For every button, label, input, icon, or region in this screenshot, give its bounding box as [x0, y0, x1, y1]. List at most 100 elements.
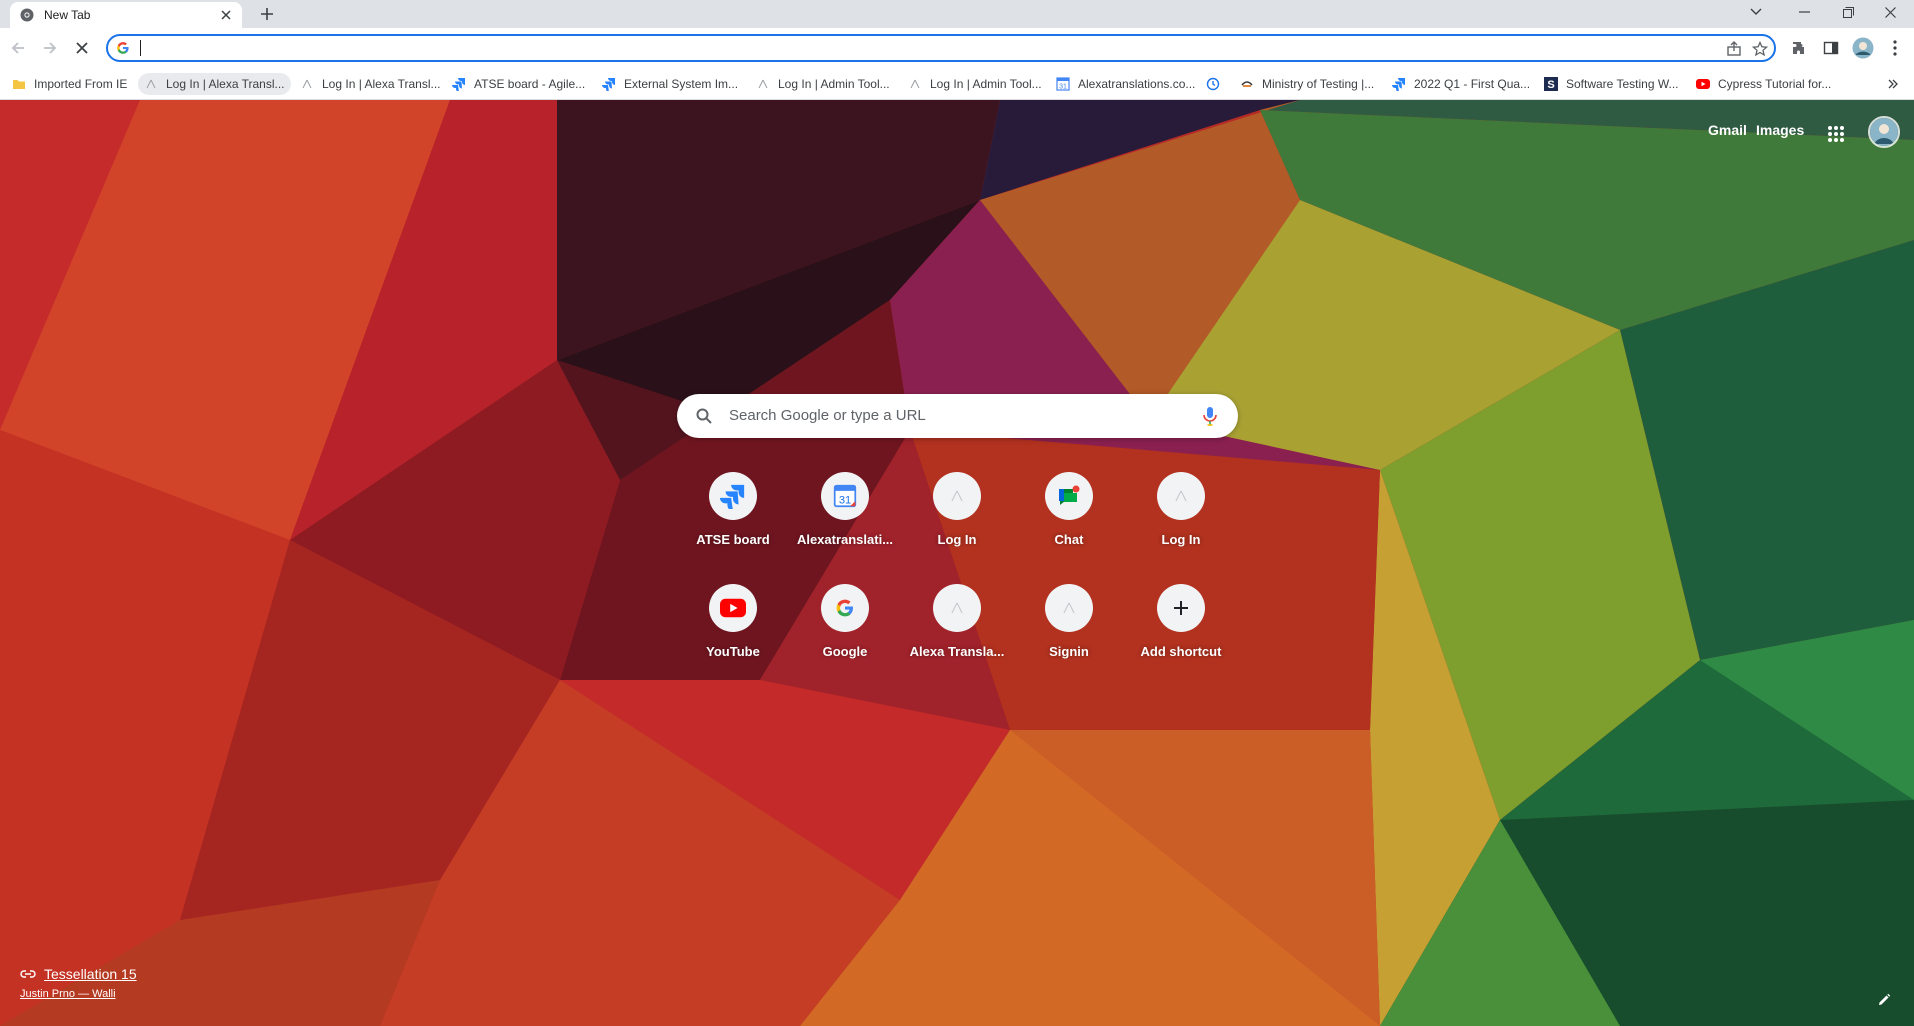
shortcut-youtube[interactable]: YouTube: [677, 568, 789, 680]
shortcut-alexatranslations[interactable]: 31 Alexatranslati...: [789, 456, 901, 568]
address-input[interactable]: [138, 38, 1698, 58]
bookmark-folder-imported-from-ie[interactable]: Imported From IE: [6, 73, 133, 95]
tab-strip: New Tab: [0, 0, 1914, 28]
bookmark-label: Cypress Tutorial for...: [1718, 77, 1832, 91]
close-window-button[interactable]: [1870, 0, 1910, 24]
bookmark-atse-board[interactable]: ATSE board - Agile...: [446, 73, 591, 95]
globe-icon: [933, 472, 981, 520]
bookmark-label: Alexatranslations.co...: [1078, 77, 1196, 91]
shortcut-label: Google: [822, 644, 868, 659]
shortcut-chat[interactable]: Chat: [1013, 456, 1125, 568]
search-box[interactable]: Search Google or type a URL: [677, 394, 1238, 438]
shortcut-alexa-translations[interactable]: Alexa Transla...: [901, 568, 1013, 680]
tab-new-tab[interactable]: New Tab: [10, 2, 242, 28]
shortcut-atse-board[interactable]: ATSE board: [677, 456, 789, 568]
shortcut-label: Chat: [1054, 532, 1084, 547]
shortcut-log-in-2[interactable]: Log In: [1125, 456, 1237, 568]
s-icon: S: [1544, 77, 1558, 91]
shortcut-label: ATSE board: [696, 532, 770, 547]
bookmark-log-in-admin-1[interactable]: Log In | Admin Tool...: [750, 73, 896, 95]
search-placeholder: Search Google or type a URL: [729, 407, 926, 424]
shortcut-google[interactable]: Google: [789, 568, 901, 680]
text-caret: [140, 40, 141, 56]
jira-icon: [709, 472, 757, 520]
bookmark-star-icon[interactable]: [1750, 39, 1770, 59]
bookmark-cypress-tutorial[interactable]: Cypress Tutorial for...: [1690, 73, 1837, 95]
minimize-button[interactable]: [1784, 0, 1824, 24]
attribution-title-link[interactable]: Tessellation 15: [20, 966, 137, 982]
close-icon[interactable]: [218, 7, 234, 23]
shortcut-signin[interactable]: Signin: [1013, 568, 1125, 680]
bookmark-label: Log In | Admin Tool...: [778, 77, 890, 91]
globe-icon: [300, 77, 314, 91]
background-attribution: Tessellation 15 Justin Prno — Walli: [20, 966, 137, 1000]
attribution-author-link[interactable]: Justin Prno — Walli: [20, 988, 137, 1000]
google-apps-grid-icon[interactable]: [1822, 120, 1850, 148]
bookmark-label: 2022 Q1 - First Qua...: [1414, 77, 1531, 91]
bookmark-external-system[interactable]: External System Im...: [596, 73, 744, 95]
account-avatar[interactable]: [1868, 116, 1900, 148]
search-icon: [695, 407, 713, 425]
bookmark-label: Ministry of Testing |...: [1262, 77, 1375, 91]
shortcut-label: Alexa Transla...: [909, 644, 1005, 659]
jira-icon: [452, 77, 466, 91]
share-icon[interactable]: [1724, 39, 1744, 59]
svg-text:S: S: [1547, 79, 1554, 91]
bookmark-label: Log In | Alexa Transl...: [322, 77, 441, 91]
toolbar: [0, 28, 1914, 68]
bookmark-label: Software Testing W...: [1566, 77, 1679, 91]
history-icon: [1206, 77, 1220, 91]
bookmarks-overflow-chevron-icon[interactable]: [1882, 73, 1904, 95]
bookmark-label: Log In | Alexa Transl...: [166, 77, 285, 91]
images-link[interactable]: Images: [1756, 122, 1804, 138]
svg-text:31: 31: [839, 495, 851, 507]
globe-icon: [908, 77, 922, 91]
forward-button[interactable]: [38, 36, 62, 60]
attribution-title: Tessellation 15: [44, 966, 137, 982]
chrome-icon: [20, 8, 34, 22]
stop-loading-button[interactable]: [70, 36, 94, 60]
bookmark-log-in-alexa-1[interactable]: Log In | Alexa Transl...: [138, 73, 291, 95]
bookmark-2022-q1[interactable]: 2022 Q1 - First Qua...: [1386, 73, 1536, 95]
globe-icon: [144, 77, 158, 91]
youtube-icon: [1696, 77, 1710, 91]
svg-text:31: 31: [1059, 84, 1067, 91]
bookmark-log-in-admin-2[interactable]: Log In | Admin Tool...: [902, 73, 1048, 95]
omnibox[interactable]: [106, 34, 1776, 62]
google-g-icon: [821, 584, 869, 632]
bookmark-log-in-alexa-2[interactable]: Log In | Alexa Transl...: [294, 73, 447, 95]
tab-title: New Tab: [44, 8, 91, 22]
tab-search-button[interactable]: [1736, 0, 1776, 24]
bookmark-history[interactable]: [1200, 73, 1234, 95]
google-g-icon: [116, 41, 130, 55]
bookmark-ministry-of-testing[interactable]: Ministry of Testing |...: [1234, 73, 1380, 95]
restore-button[interactable]: [1828, 0, 1868, 24]
shortcut-label: YouTube: [706, 644, 760, 659]
customize-pencil-icon[interactable]: [1870, 986, 1898, 1014]
bookmark-label: Imported From IE: [34, 77, 128, 91]
gmail-link[interactable]: Gmail: [1708, 122, 1747, 138]
add-shortcut-button[interactable]: Add shortcut: [1125, 568, 1237, 680]
bookmark-alexatranslations[interactable]: 31 Alexatranslations.co...: [1050, 73, 1201, 95]
extensions-puzzle-icon[interactable]: [1788, 37, 1810, 59]
calendar-icon: 31: [1056, 77, 1070, 91]
shortcut-log-in-1[interactable]: Log In: [901, 456, 1013, 568]
side-panel-icon[interactable]: [1820, 37, 1842, 59]
shortcut-label: Alexatranslati...: [796, 532, 894, 547]
folder-icon: [12, 77, 26, 91]
globe-icon: [1157, 472, 1205, 520]
microphone-icon[interactable]: [1199, 405, 1221, 427]
bookmark-software-testing[interactable]: S Software Testing W...: [1538, 73, 1685, 95]
back-button[interactable]: [6, 36, 30, 60]
chat-icon: [1045, 472, 1093, 520]
chrome-menu-icon[interactable]: [1884, 37, 1906, 59]
profile-avatar-icon[interactable]: [1852, 37, 1874, 59]
youtube-icon: [709, 584, 757, 632]
calendar-icon: 31: [821, 472, 869, 520]
globe-icon: [1045, 584, 1093, 632]
jira-icon: [602, 77, 616, 91]
globe-icon: [933, 584, 981, 632]
new-tab-button[interactable]: [256, 3, 278, 25]
bookmark-label: ATSE board - Agile...: [474, 77, 586, 91]
new-tab-page: Gmail Images Search Google or type a URL…: [0, 100, 1914, 1026]
